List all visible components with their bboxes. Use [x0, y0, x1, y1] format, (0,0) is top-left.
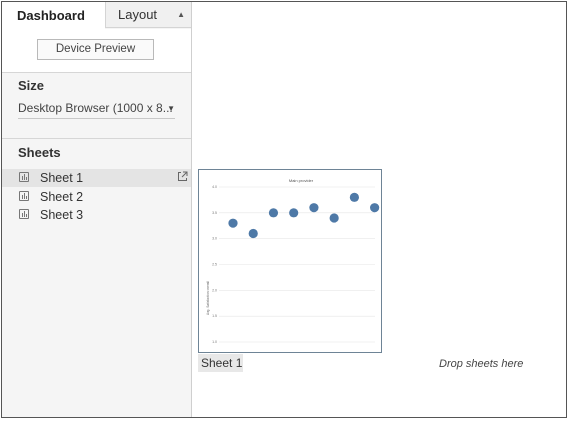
worksheet-icon — [19, 172, 29, 182]
chart-points — [228, 192, 380, 239]
sheet-item-label: Sheet 2 — [40, 190, 84, 204]
dashboard-canvas[interactable]: 4.0 3.5 3.0 2.5 2.0 1.5 1.0 Main provider Avg.… — [192, 2, 566, 417]
sheet-thumbnail[interactable]: 4.0 3.5 3.0 2.5 2.0 1.5 1.0 Main provider Avg.… — [198, 169, 382, 353]
chart-y-tick-label: 1.0 — [212, 340, 217, 344]
dashboard-window: Dashboard Layout ▲ Device Preview Size D… — [1, 1, 567, 418]
open-external-icon[interactable] — [177, 171, 188, 182]
dashboard-sidebar: Dashboard Layout ▲ Device Preview Size D… — [2, 2, 192, 417]
chart-y-ticks: 4.0 3.5 3.0 2.5 2.0 1.5 1.0 — [212, 185, 217, 344]
thumbnail-caption: Sheet 1 — [198, 354, 243, 372]
chart-point — [329, 213, 339, 223]
chart-y-tick-label: 2.0 — [212, 288, 217, 292]
worksheet-icon — [19, 209, 29, 219]
sheet-item-label: Sheet 3 — [40, 208, 84, 222]
chart-point — [228, 218, 238, 228]
device-preview-area: Device Preview — [2, 29, 191, 73]
sheets-section-title: Sheets — [18, 145, 61, 160]
worksheet-icon — [19, 191, 29, 201]
chart-y-tick-label: 1.5 — [212, 314, 217, 318]
chart-y-tick-label: 3.5 — [212, 211, 217, 215]
device-preview-button[interactable]: Device Preview — [37, 39, 154, 60]
chart-y-axis-label: Avg. Satisfaction overall — [206, 281, 210, 315]
chart-point — [268, 208, 279, 218]
drop-zone-hint: Drop sheets here — [439, 358, 524, 370]
chart-point — [370, 203, 380, 213]
chart-title: Main provider — [289, 178, 314, 183]
dropdown-caret-icon: ▼ — [167, 104, 175, 113]
chart-y-tick-label: 4.0 — [212, 185, 217, 189]
chart-point — [289, 208, 299, 218]
tab-dashboard[interactable]: Dashboard — [2, 2, 105, 29]
sheet-item-3[interactable]: Sheet 3 — [2, 206, 191, 224]
size-section-title: Size — [18, 78, 45, 93]
size-dropdown-value: Desktop Browser (1000 x 8... — [18, 101, 173, 115]
chart-point — [309, 203, 319, 213]
sheet-item-label: Sheet 1 — [40, 171, 84, 185]
sheet-item-1[interactable]: Sheet 1 — [2, 169, 191, 187]
scatter-chart: 4.0 3.5 3.0 2.5 2.0 1.5 1.0 Main provider Avg.… — [206, 178, 380, 344]
tab-layout[interactable]: Layout ▲ — [105, 2, 191, 28]
chart-point — [248, 228, 258, 239]
tab-layout-label: Layout — [118, 7, 158, 22]
chart-y-tick-label: 2.5 — [212, 263, 217, 267]
chart-y-tick-label: 3.0 — [212, 237, 217, 241]
section-divider — [2, 138, 191, 139]
size-dropdown[interactable]: Desktop Browser (1000 x 8... ▼ — [18, 100, 175, 119]
sidebar-tabs: Dashboard Layout ▲ — [2, 2, 191, 29]
sheet-item-2[interactable]: Sheet 2 — [2, 188, 191, 206]
chart-point — [349, 192, 359, 202]
up-down-arrows-icon: ▲ — [177, 10, 185, 19]
